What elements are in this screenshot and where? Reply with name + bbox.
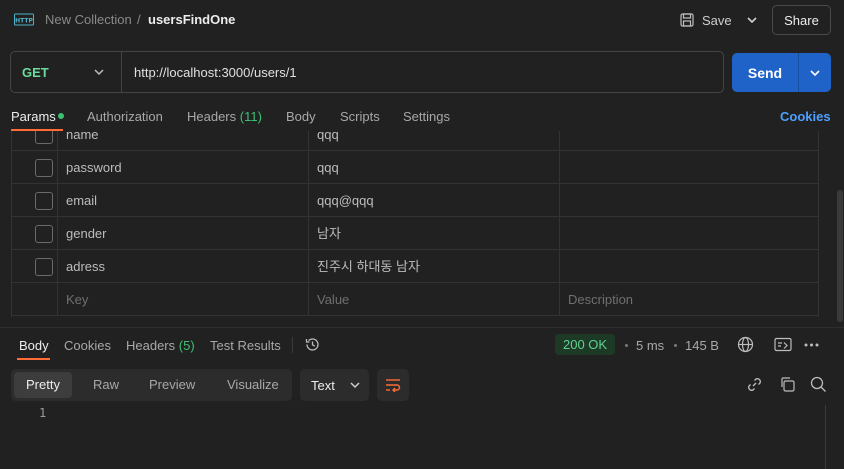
- http-icon: HTTP: [14, 13, 34, 26]
- response-tab-headers[interactable]: Headers (5): [126, 338, 195, 353]
- search-icon[interactable]: [810, 376, 827, 393]
- chevron-down-icon: [350, 382, 360, 389]
- svg-text:HTTP: HTTP: [15, 18, 33, 25]
- meta-dot: [625, 344, 628, 347]
- meta-dot: [674, 344, 677, 347]
- wrap-lines-icon: [386, 379, 401, 392]
- chevron-down-icon[interactable]: [92, 65, 106, 79]
- params-active-dot: [58, 113, 64, 119]
- table-row: name qqq: [12, 131, 818, 151]
- row-checkbox[interactable]: [35, 225, 53, 243]
- breadcrumb-separator: /: [137, 12, 141, 27]
- chevron-down-icon: [747, 17, 757, 24]
- tab-scripts[interactable]: Scripts: [340, 109, 380, 124]
- chevron-down-icon: [810, 69, 820, 76]
- save-options-button[interactable]: [740, 8, 764, 32]
- param-description[interactable]: [568, 250, 808, 283]
- save-icon: [680, 13, 694, 27]
- param-description[interactable]: [568, 184, 808, 217]
- format-raw-button[interactable]: Raw: [81, 372, 131, 398]
- more-options-icon[interactable]: [804, 343, 819, 347]
- tab-authorization[interactable]: Authorization: [87, 109, 163, 124]
- table-row: password qqq: [12, 151, 818, 184]
- table-row: gender 남자: [12, 217, 818, 250]
- globe-icon[interactable]: [737, 336, 754, 353]
- status-badge[interactable]: 200 OK: [555, 334, 616, 355]
- url-input[interactable]: [134, 58, 714, 86]
- table-row-new: Key Value Description: [12, 283, 818, 316]
- param-key[interactable]: email: [66, 184, 306, 217]
- language-label: Text: [311, 377, 335, 393]
- wrap-lines-button[interactable]: [377, 369, 409, 401]
- row-checkbox[interactable]: [35, 159, 53, 177]
- history-icon[interactable]: [304, 336, 321, 353]
- breadcrumb-collection[interactable]: New Collection: [45, 12, 132, 27]
- response-tab-test-results[interactable]: Test Results: [210, 338, 281, 353]
- tab-headers-label: Headers: [187, 109, 237, 124]
- tab-headers-count: (11): [239, 109, 262, 124]
- param-description[interactable]: [568, 217, 808, 250]
- link-icon[interactable]: [746, 376, 763, 393]
- format-visualize-button[interactable]: Visualize: [215, 372, 291, 398]
- param-value[interactable]: 남자: [317, 217, 557, 250]
- tab-body[interactable]: Body: [286, 109, 316, 124]
- response-size[interactable]: 145 B: [685, 338, 719, 353]
- line-number: 1: [39, 406, 47, 420]
- row-checkbox[interactable]: [35, 131, 53, 144]
- param-description[interactable]: [568, 131, 808, 151]
- save-button[interactable]: Save: [680, 8, 732, 32]
- table-row: email qqq@qqq: [12, 184, 818, 217]
- response-tab-headers-label: Headers: [126, 338, 176, 353]
- cookies-link[interactable]: Cookies: [780, 109, 831, 124]
- tab-settings[interactable]: Settings: [403, 109, 450, 124]
- param-key[interactable]: adress: [66, 250, 306, 283]
- param-description-placeholder[interactable]: Description: [568, 283, 808, 316]
- param-key[interactable]: name: [66, 131, 306, 151]
- language-select[interactable]: Text: [300, 369, 369, 401]
- param-value[interactable]: qqq@qqq: [317, 184, 557, 217]
- response-tab-cookies[interactable]: Cookies: [64, 338, 111, 353]
- response-scrollbar[interactable]: [825, 405, 826, 469]
- send-options-button[interactable]: [798, 53, 831, 92]
- param-key-placeholder[interactable]: Key: [66, 283, 306, 316]
- param-value-placeholder[interactable]: Value: [317, 283, 557, 316]
- param-value[interactable]: qqq: [317, 151, 557, 184]
- save-response-icon[interactable]: [774, 337, 792, 352]
- format-preview-button[interactable]: Preview: [137, 372, 207, 398]
- save-label: Save: [702, 12, 732, 28]
- tab-params[interactable]: Params: [11, 109, 56, 124]
- row-checkbox[interactable]: [35, 258, 53, 276]
- params-scrollbar[interactable]: [837, 190, 843, 322]
- table-row: adress 진주시 하대동 남자: [12, 250, 818, 283]
- param-key[interactable]: password: [66, 151, 306, 184]
- response-tab-body-underline: [17, 358, 50, 360]
- param-key[interactable]: gender: [66, 217, 306, 250]
- share-button[interactable]: Share: [772, 5, 831, 35]
- response-divider[interactable]: [0, 327, 844, 328]
- params-table: name qqq password qqq email qqq@qqq gend…: [11, 131, 819, 317]
- row-checkbox[interactable]: [35, 192, 53, 210]
- copy-icon[interactable]: [779, 376, 796, 393]
- tab-separator: [292, 337, 293, 353]
- tab-headers[interactable]: Headers (11): [187, 109, 262, 124]
- url-divider: [121, 52, 122, 92]
- send-button[interactable]: Send: [732, 53, 798, 92]
- param-value[interactable]: 진주시 하대동 남자: [317, 250, 557, 283]
- response-tab-headers-count: (5): [178, 338, 195, 353]
- param-description[interactable]: [568, 151, 808, 184]
- response-tab-body[interactable]: Body: [19, 338, 49, 353]
- format-pretty-button[interactable]: Pretty: [14, 372, 72, 398]
- method-select[interactable]: GET: [22, 65, 49, 80]
- request-title[interactable]: usersFindOne: [148, 12, 235, 27]
- response-time[interactable]: 5 ms: [636, 338, 664, 353]
- param-value[interactable]: qqq: [317, 131, 557, 151]
